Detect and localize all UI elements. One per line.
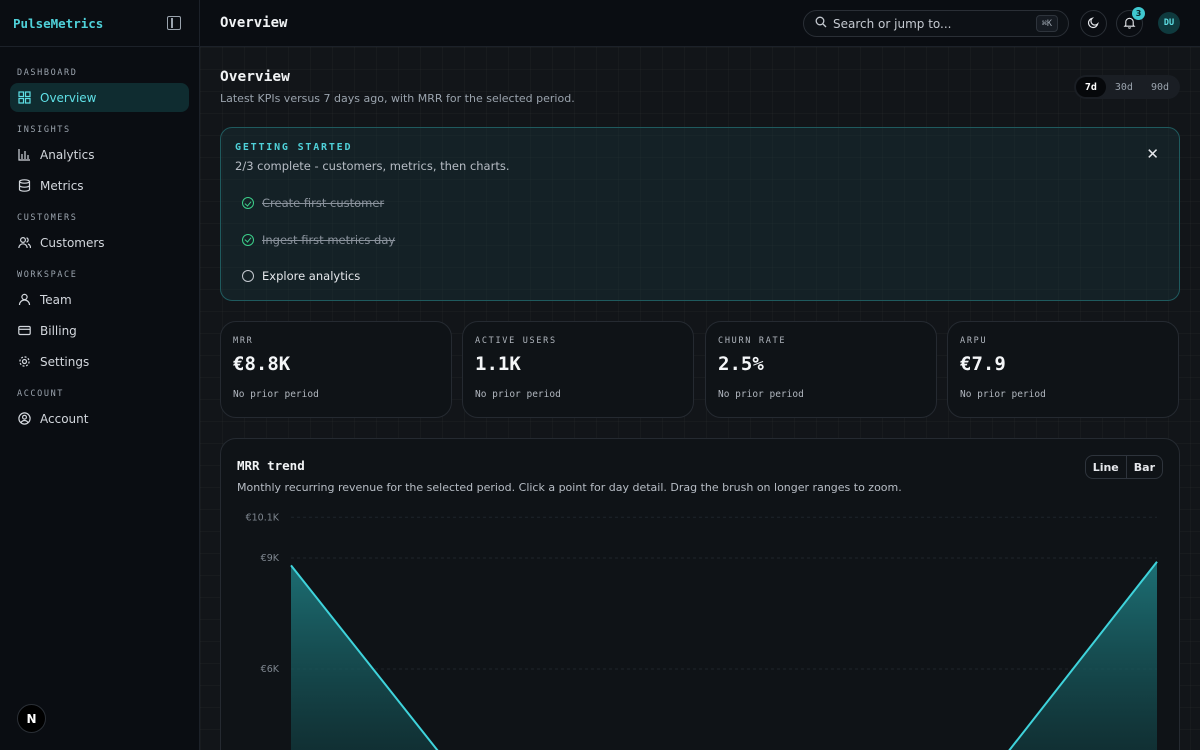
getting-started-card: GETTING STARTED 2/3 complete - customers… — [220, 127, 1180, 301]
gear-icon — [18, 355, 31, 368]
kpi-note: No prior period — [718, 389, 804, 400]
topbar-title: Overview — [220, 15, 288, 31]
bar-chart-icon — [18, 148, 31, 161]
chart-subtitle: Monthly recurring revenue for the select… — [237, 481, 902, 494]
sidebar-item-label: Customers — [40, 235, 105, 250]
database-icon — [18, 179, 31, 192]
kpi-note: No prior period — [475, 389, 561, 400]
main-content: Overview Latest KPIs versus 7 days ago, … — [200, 47, 1200, 750]
nav-section-heading: CUSTOMERS — [17, 213, 78, 223]
period-7d-button[interactable]: 7d — [1075, 77, 1106, 97]
getting-started-item-label: Explore analytics — [262, 269, 361, 284]
avatar[interactable]: DU — [1158, 12, 1180, 34]
theme-toggle-button[interactable] — [1080, 10, 1107, 37]
sidebar: PulseMetrics DASHBOARD Overview INSIGHTS An… — [0, 0, 200, 750]
topbar: Overview Search or jump to... ⌘K 3 DU — [200, 0, 1200, 47]
getting-started-title: GETTING STARTED — [235, 142, 353, 153]
mrr-chart-card: €10.1K €9K €6K MRR trend Monthly recurring… — [220, 438, 1180, 750]
grid-icon — [18, 91, 31, 104]
getting-started-item[interactable]: Explore analytics — [235, 258, 1165, 295]
getting-started-item[interactable]: Create first customer — [235, 185, 1165, 222]
sidebar-item-label: Analytics — [40, 147, 95, 162]
page-title: Overview — [220, 69, 290, 85]
framework-badge[interactable]: N — [17, 704, 46, 733]
nav-section-heading: INSIGHTS — [17, 125, 71, 135]
kpi-note: No prior period — [233, 389, 319, 400]
period-90d-button[interactable]: 90d — [1142, 77, 1178, 97]
sidebar-nav: DASHBOARD Overview INSIGHTS Analytics Metric… — [0, 47, 199, 433]
sidebar-item-label: Account — [40, 411, 89, 426]
kpi-card-arpu: ARPU €7.9 No prior period — [947, 321, 1179, 418]
nav-section-heading: DASHBOARD — [17, 68, 78, 78]
user-circle-icon — [18, 412, 31, 425]
sidebar-item-team[interactable]: Team — [10, 285, 189, 314]
sidebar-item-label: Settings — [40, 354, 90, 369]
kpi-note: No prior period — [960, 389, 1046, 400]
search-placeholder: Search or jump to... — [833, 16, 952, 31]
chart-type-bar-button[interactable]: Bar — [1125, 456, 1162, 478]
y-tick-label: €10.1K — [246, 512, 280, 523]
getting-started-item-label: Ingest first metrics day — [262, 232, 396, 247]
mrr-area — [291, 561, 1157, 750]
getting-started-subtitle: 2/3 complete - customers, metrics, then … — [235, 159, 510, 173]
sidebar-item-overview[interactable]: Overview — [10, 83, 189, 112]
users-icon — [18, 236, 31, 249]
search-shortcut: ⌘K — [1035, 15, 1058, 32]
search-input[interactable]: Search or jump to... ⌘K — [803, 10, 1069, 37]
kpi-value: €8.8K — [233, 353, 291, 375]
brand-row: PulseMetrics — [0, 0, 199, 47]
mrr-line[interactable] — [290, 561, 1158, 750]
sidebar-item-customers[interactable]: Customers — [10, 228, 189, 257]
credit-card-icon — [18, 324, 31, 337]
y-tick-label: €6K — [261, 664, 280, 675]
sidebar-item-account[interactable]: Account — [10, 404, 189, 433]
period-30d-button[interactable]: 30d — [1106, 77, 1142, 97]
page-subtitle: Latest KPIs versus 7 days ago, with MRR … — [220, 92, 575, 105]
nav-section-heading: ACCOUNT — [17, 389, 65, 399]
getting-started-item-label: Create first customer — [262, 196, 385, 211]
period-toggle: 7d 30d 90d — [1073, 75, 1180, 99]
kpi-label: CHURN RATE — [718, 336, 787, 346]
kpi-card-active-users: ACTIVE USERS 1.1K No prior period — [462, 321, 694, 418]
kpi-value: 2.5% — [718, 353, 764, 375]
kpi-value: 1.1K — [475, 353, 521, 375]
kpi-label: MRR — [233, 336, 254, 346]
search-icon — [815, 16, 827, 31]
circle-icon — [242, 270, 254, 283]
check-circle-icon — [242, 197, 254, 210]
kpi-card-churn-rate: CHURN RATE 2.5% No prior period — [705, 321, 937, 418]
getting-started-list: Create first customer Ingest first metric… — [235, 185, 1165, 295]
brand-logo[interactable]: PulseMetrics — [13, 16, 103, 31]
chart-type-toggle: Line Bar — [1084, 455, 1163, 479]
kpi-card-mrr: MRR €8.8K No prior period — [220, 321, 452, 418]
sidebar-item-analytics[interactable]: Analytics — [10, 140, 189, 169]
sidebar-item-billing[interactable]: Billing — [10, 316, 189, 345]
chart-type-line-button[interactable]: Line — [1086, 456, 1126, 478]
sidebar-item-settings[interactable]: Settings — [10, 347, 189, 376]
close-icon[interactable]: ✕ — [1146, 145, 1159, 163]
notification-count-badge: 3 — [1132, 7, 1145, 20]
chart-title: MRR trend — [237, 458, 305, 473]
sidebar-item-label: Team — [40, 292, 72, 307]
sidebar-item-label: Overview — [40, 90, 97, 105]
y-tick-label: €9K — [261, 553, 280, 564]
user-icon — [18, 293, 31, 306]
kpi-label: ACTIVE USERS — [475, 336, 557, 346]
nav-section-heading: WORKSPACE — [17, 270, 78, 280]
kpi-value: €7.9 — [960, 353, 1006, 375]
kpi-label: ARPU — [960, 336, 988, 346]
getting-started-item[interactable]: Ingest first metrics day — [235, 222, 1165, 259]
moon-icon — [1087, 14, 1100, 33]
sidebar-item-label: Metrics — [40, 178, 84, 193]
sidebar-collapse-icon[interactable] — [167, 16, 181, 30]
sidebar-item-metrics[interactable]: Metrics — [10, 171, 189, 200]
sidebar-item-label: Billing — [40, 323, 77, 338]
notifications-button[interactable]: 3 — [1116, 7, 1145, 37]
check-circle-icon — [242, 233, 254, 246]
